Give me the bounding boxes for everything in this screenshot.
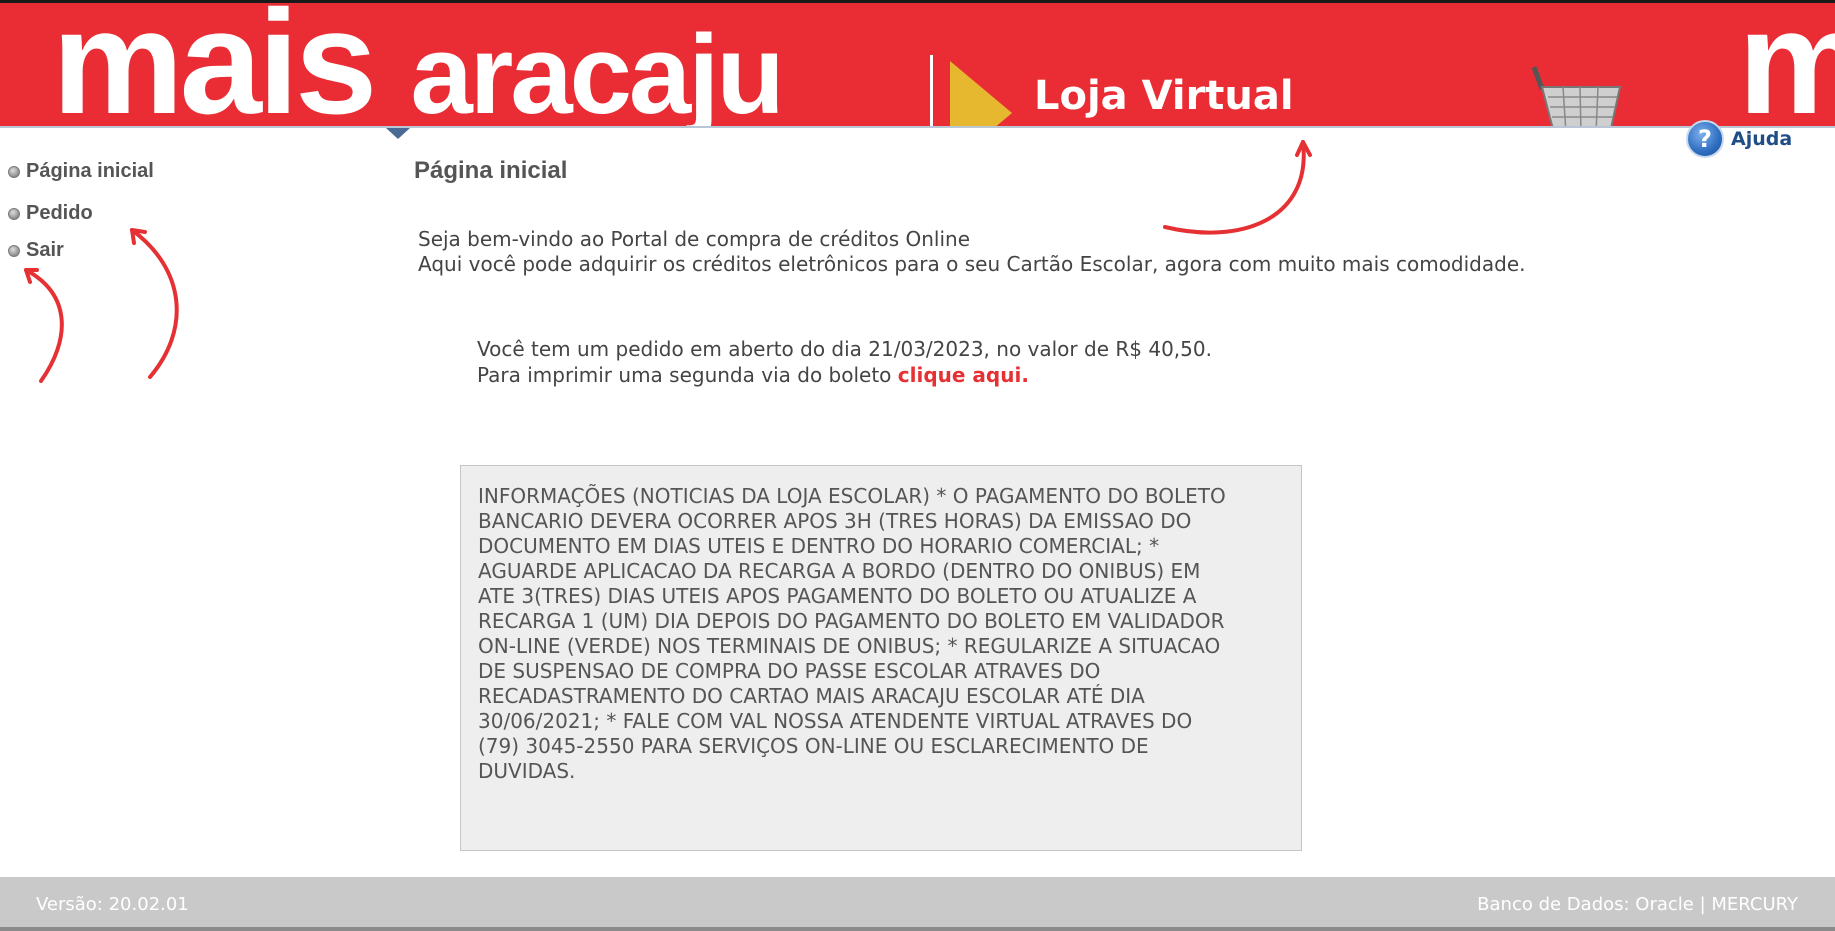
banner-rule (0, 126, 1835, 128)
annotation-arrow-loja (1163, 140, 1312, 235)
logo-pointer-icon (386, 128, 410, 139)
banner-divider (930, 55, 933, 127)
question-icon: ? (1686, 120, 1724, 158)
bullet-icon (8, 244, 20, 257)
sidebar-item-sair[interactable]: Sair (8, 239, 64, 262)
bullet-icon (8, 165, 20, 178)
order-line-1: Você tem um pedido em aberto do dia 21/0… (477, 337, 1212, 361)
version-label: Versão: 20.02.01 (36, 894, 189, 915)
sidebar-item-label: Pedido (26, 202, 93, 224)
database-label: Banco de Dados: Oracle | MERCURY (1477, 894, 1798, 915)
open-order-notice: Você tem um pedido em aberto do dia 21/0… (477, 336, 1212, 388)
annotation-arrow-sair (24, 268, 64, 383)
bullet-icon (8, 207, 20, 220)
welcome-line-2: Aqui você pode adquirir os créditos elet… (418, 252, 1526, 276)
annotation-arrow-pedido (130, 228, 179, 379)
news-info-box: INFORMAÇÕES (NOTICIAS DA LOJA ESCOLAR) *… (460, 465, 1302, 851)
print-boleto-link[interactable]: clique aqui. (898, 363, 1029, 387)
shopping-cart-icon (1531, 66, 1622, 127)
logo: mais aracaju (52, 3, 785, 128)
loja-virtual-title: Loja Virtual (1034, 73, 1294, 119)
welcome-line-1: Seja bem-vindo ao Portal de compra de cr… (418, 227, 971, 251)
header-banner: mais aracaju Loja Virtual m (0, 3, 1835, 127)
help-button[interactable]: ? Ajuda (1686, 120, 1793, 158)
logo-right-fragment: m (1738, 3, 1835, 127)
order-line-2-text: Para imprimir uma segunda via do boleto (477, 363, 892, 387)
sidebar-item-pedido[interactable]: Pedido (8, 202, 93, 225)
sidebar-item-pagina-inicial[interactable]: Página inicial (8, 160, 154, 183)
sidebar-item-label: Sair (26, 239, 64, 261)
help-label: Ajuda (1731, 128, 1793, 150)
logo-main: mais (52, 3, 377, 127)
footer: Versão: 20.02.01 Banco de Dados: Oracle … (0, 877, 1835, 931)
welcome-message: Seja bem-vindo ao Portal de compra de cr… (418, 227, 1526, 277)
play-triangle-icon (950, 61, 1012, 127)
logo-sub: aracaju (410, 12, 784, 128)
sidebar-item-label: Página inicial (26, 160, 154, 182)
news-info-text: INFORMAÇÕES (NOTICIAS DA LOJA ESCOLAR) *… (478, 484, 1226, 783)
order-line-2: Para imprimir uma segunda via do boleto … (477, 362, 1212, 388)
page-title: Página inicial (414, 157, 568, 184)
